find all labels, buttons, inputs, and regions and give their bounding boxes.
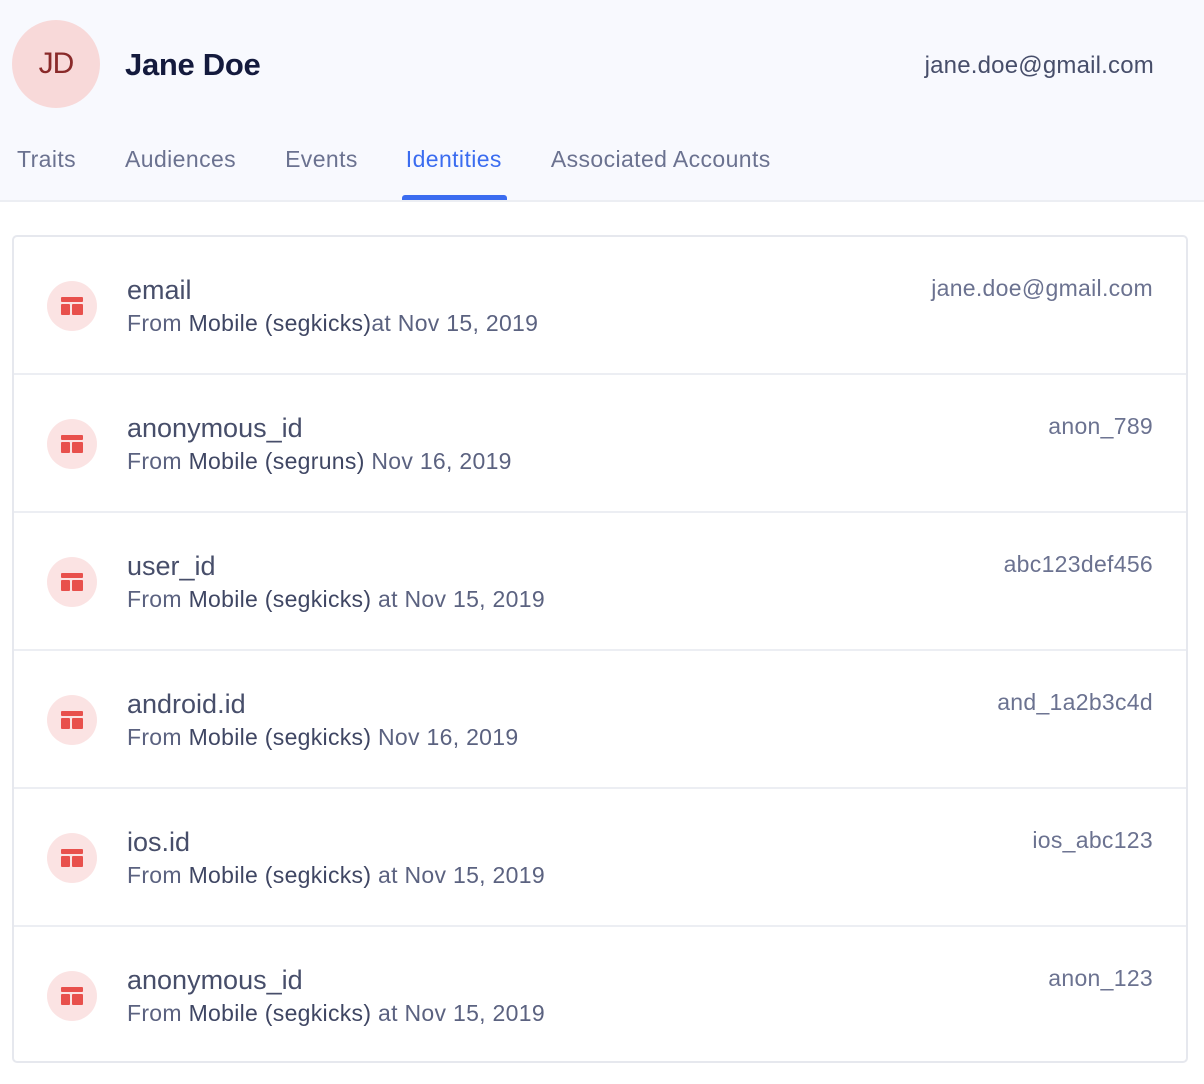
identity-value: anon_789 bbox=[1048, 413, 1153, 439]
from-label: From bbox=[127, 724, 182, 750]
table-layout-icon bbox=[47, 557, 97, 607]
table-layout-icon bbox=[47, 281, 97, 331]
source-name: Mobile (segkicks) bbox=[188, 862, 372, 888]
identity-row[interactable]: android.id From Mobile (segkicks) Nov 16… bbox=[14, 651, 1186, 789]
source-name: Mobile (segkicks) bbox=[188, 586, 372, 612]
profile-tabs: Traits Audiences Events Identities Assoc… bbox=[0, 130, 771, 200]
from-label: From bbox=[127, 448, 182, 474]
from-label: From bbox=[127, 310, 182, 336]
identity-row[interactable]: user_id From Mobile (segkicks) at Nov 15… bbox=[14, 513, 1186, 651]
identity-source-line: From Mobile (segruns) Nov 16, 2019 bbox=[127, 448, 512, 475]
table-layout-icon bbox=[47, 833, 97, 883]
identity-value: and_1a2b3c4d bbox=[997, 689, 1153, 715]
identity-date: at Nov 15, 2019 bbox=[371, 862, 545, 888]
identity-source-line: From Mobile (segkicks) at Nov 15, 2019 bbox=[127, 1000, 545, 1027]
identity-source-line: From Mobile (segkicks)at Nov 15, 2019 bbox=[127, 310, 538, 337]
table-layout-icon bbox=[47, 971, 97, 1021]
identity-row[interactable]: anonymous_id From Mobile (segkicks) at N… bbox=[14, 927, 1186, 1061]
profile-header: JD Jane Doe jane.doe@gmail.com Traits Au… bbox=[0, 0, 1204, 202]
identity-name: android.id bbox=[127, 689, 246, 719]
identity-value: abc123def456 bbox=[1003, 551, 1153, 577]
identity-source-line: From Mobile (segkicks) at Nov 15, 2019 bbox=[127, 862, 545, 889]
tab-events[interactable]: Events bbox=[285, 130, 358, 200]
identity-date: Nov 16, 2019 bbox=[371, 724, 519, 750]
avatar: JD bbox=[12, 20, 100, 108]
identity-date: at Nov 15, 2019 bbox=[371, 1000, 545, 1026]
from-label: From bbox=[127, 1000, 182, 1026]
identity-row[interactable]: anonymous_id From Mobile (segruns) Nov 1… bbox=[14, 375, 1186, 513]
identity-name: anonymous_id bbox=[127, 965, 303, 995]
identity-name: user_id bbox=[127, 551, 216, 581]
identity-value: ios_abc123 bbox=[1032, 827, 1153, 853]
identity-date: at Nov 15, 2019 bbox=[371, 310, 539, 336]
identity-name: ios.id bbox=[127, 827, 191, 857]
tab-associated-accounts[interactable]: Associated Accounts bbox=[551, 130, 771, 200]
source-name: Mobile (segkicks) bbox=[188, 1000, 372, 1026]
table-layout-icon bbox=[47, 695, 97, 745]
identity-row[interactable]: ios.id From Mobile (segkicks) at Nov 15,… bbox=[14, 789, 1186, 927]
from-label: From bbox=[127, 862, 182, 888]
identity-source-line: From Mobile (segkicks) at Nov 15, 2019 bbox=[127, 586, 545, 613]
source-name: Mobile (segruns) bbox=[188, 448, 365, 474]
source-name: Mobile (segkicks) bbox=[188, 724, 372, 750]
identity-row[interactable]: email From Mobile (segkicks)at Nov 15, 2… bbox=[14, 237, 1186, 375]
identity-name: anonymous_id bbox=[127, 413, 303, 443]
identities-list: email From Mobile (segkicks)at Nov 15, 2… bbox=[12, 235, 1188, 1063]
tab-traits[interactable]: Traits bbox=[17, 130, 76, 200]
user-email: jane.doe@gmail.com bbox=[924, 52, 1154, 79]
tab-identities[interactable]: Identities bbox=[401, 130, 507, 200]
identity-source-line: From Mobile (segkicks) Nov 16, 2019 bbox=[127, 724, 518, 751]
identity-name: email bbox=[127, 275, 192, 305]
identity-date: at Nov 15, 2019 bbox=[371, 586, 545, 612]
identity-date: Nov 16, 2019 bbox=[364, 448, 512, 474]
source-name: Mobile (segkicks) bbox=[188, 310, 372, 336]
from-label: From bbox=[127, 586, 182, 612]
identity-value: jane.doe@gmail.com bbox=[931, 275, 1153, 301]
user-name: Jane Doe bbox=[125, 47, 261, 82]
table-layout-icon bbox=[47, 419, 97, 469]
tab-audiences[interactable]: Audiences bbox=[125, 130, 236, 200]
identity-value: anon_123 bbox=[1048, 965, 1153, 991]
